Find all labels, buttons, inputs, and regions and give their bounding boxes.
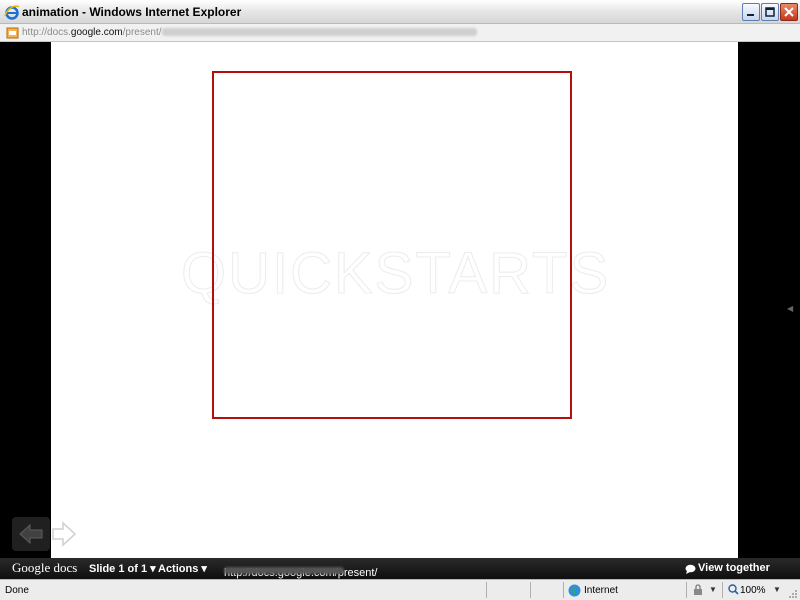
address-bar[interactable]: http://docs.google.com/present/ (0, 24, 800, 42)
chevron-down-icon[interactable]: ▼ (773, 585, 781, 594)
arrow-right-icon[interactable] (51, 520, 77, 548)
chevron-left-icon[interactable]: ◀ (787, 304, 793, 313)
resize-grip-icon[interactable] (788, 589, 798, 599)
status-separator (722, 582, 723, 598)
window-title-bar[interactable]: animation - Windows Internet Explorer (0, 0, 800, 24)
slide-canvas: QUICKSTARTS (51, 42, 738, 558)
globe-icon (568, 584, 581, 597)
minimize-icon (747, 14, 754, 16)
url-domain: google.com (70, 27, 123, 38)
status-separator (686, 582, 687, 598)
url-path: /present/ (122, 27, 162, 38)
minimize-button[interactable] (742, 3, 760, 21)
zoom-level[interactable]: 100% (740, 585, 766, 596)
maximize-button[interactable] (761, 3, 779, 21)
page-icon (6, 27, 19, 39)
close-button[interactable] (780, 3, 798, 21)
actions-menu[interactable]: Actions ▾ (158, 562, 207, 575)
presentation-url-redacted (224, 567, 344, 574)
presentation-toolbar: Google docs Slide 1 of 1 ▾ Actions ▾ htt… (0, 558, 800, 579)
status-separator (486, 582, 487, 598)
presentation-viewer: QUICKSTARTS ◀ (0, 42, 800, 558)
slide-indicator-dropdown[interactable]: Slide 1 of 1 ▾ (89, 562, 156, 575)
previous-slide-button[interactable] (12, 517, 50, 551)
close-icon (784, 7, 794, 17)
status-separator (563, 582, 564, 598)
arrow-left-icon (19, 523, 43, 545)
view-together-button[interactable]: View together (698, 562, 770, 574)
protected-mode-icon[interactable] (692, 584, 704, 596)
status-text: Done (5, 585, 29, 596)
window-title: animation - Windows Internet Explorer (22, 5, 242, 19)
chevron-down-icon[interactable]: ▼ (709, 585, 717, 594)
status-bar: Done Internet ▼ 100% ▼ (0, 579, 800, 600)
google-docs-logo[interactable]: Google docs (12, 560, 77, 576)
ie-logo-icon (4, 5, 20, 20)
maximize-icon (765, 7, 775, 17)
chat-bubble-icon (685, 564, 696, 574)
security-zone[interactable]: Internet (584, 585, 618, 596)
url-redacted (161, 28, 477, 37)
status-separator (530, 582, 531, 598)
url-prefix: http://docs. (22, 27, 71, 38)
slide-frame (212, 71, 572, 419)
url-text[interactable]: http://docs.google.com/present/ (22, 27, 477, 38)
zoom-icon[interactable] (728, 584, 739, 595)
